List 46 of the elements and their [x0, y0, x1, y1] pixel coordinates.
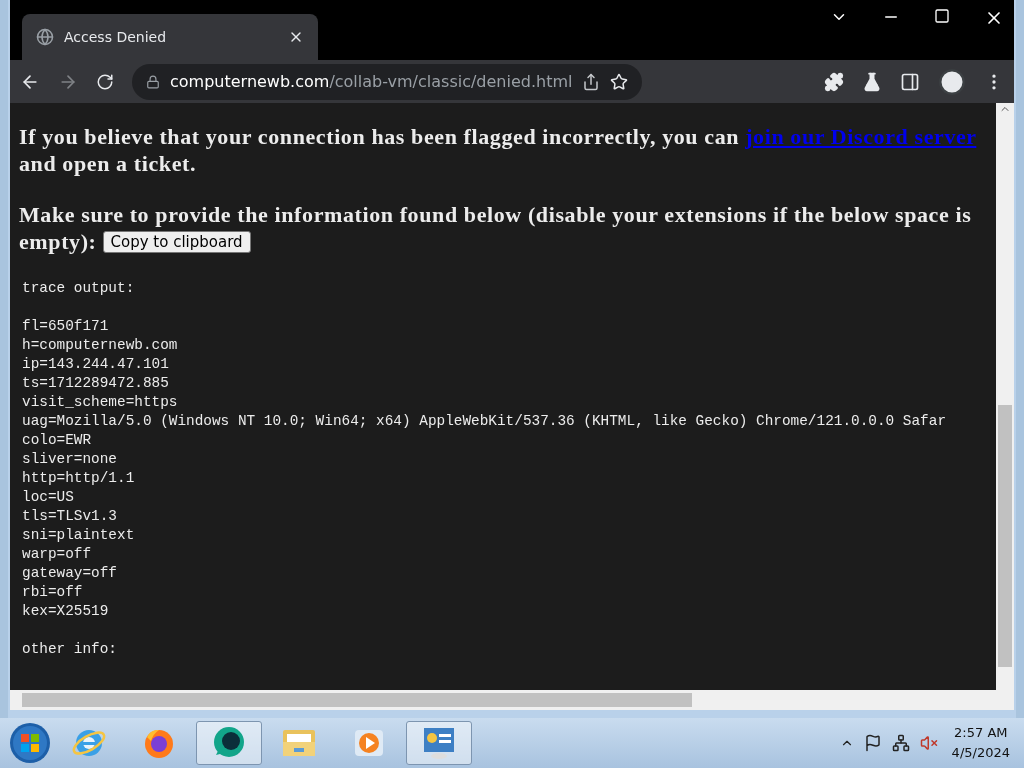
flag-icon[interactable] — [863, 734, 882, 752]
instruction-text: Make sure to provide the information found below (disable your extensions if the below space is — [19, 201, 972, 228]
muted-speaker-icon[interactable] — [919, 734, 938, 752]
trace-line: sliver=none — [22, 450, 118, 469]
clock-date: 4/5/2024 — [951, 744, 1010, 762]
start-orb-icon[interactable] — [8, 721, 52, 765]
trace-line: tls=TLSv1.3 — [22, 507, 118, 526]
browser-tab[interactable]: Access Denied — [22, 14, 318, 60]
trace-line: rbi=off — [22, 583, 84, 602]
globe-icon — [36, 28, 54, 46]
vertical-scrollbar[interactable] — [996, 103, 1014, 690]
flask-icon[interactable] — [862, 71, 882, 92]
other-info-heading: other info: — [22, 640, 118, 659]
trace-line: ip=143.244.47.101 — [22, 355, 170, 374]
trace-line: visit_scheme=https — [22, 393, 179, 412]
extensions-icon[interactable] — [824, 71, 844, 92]
trace-line: gateway=off — [22, 564, 118, 583]
trace-line: uag=Mozilla/5.0 (Windows NT 10.0; Win64; x64) AppleWebKit/537.36 (KHTML, like Gecko) Chrome/121.0.0.0 Safar — [22, 412, 948, 431]
tab-title: Access Denied — [64, 29, 168, 45]
network-icon[interactable] — [891, 734, 910, 752]
trace-line: h=computernewb.com — [22, 336, 179, 355]
side-panel-icon[interactable] — [900, 71, 920, 92]
trace-line: loc=US — [22, 488, 75, 507]
trace-line: warp=off — [22, 545, 93, 564]
url-text: computernewb.com/collab-vm/classic/denied.html — [170, 72, 573, 91]
trace-line: sni=plaintext — [22, 526, 136, 545]
trace-line: fl=650f171 — [22, 317, 110, 336]
trace-line: ts=1712289472.885 — [22, 374, 170, 393]
trace-heading: trace output: — [22, 279, 136, 298]
taskbar-button[interactable] — [196, 721, 262, 765]
bookmark-star-icon[interactable] — [610, 72, 629, 91]
address-bar[interactable]: computernewb.com/collab-vm/classic/denied.html — [132, 63, 643, 100]
trace-line: colo=EWR — [22, 431, 93, 450]
trace-line: kex=X25519 — [22, 602, 110, 621]
clock[interactable]: 2:57 AM 4/5/2024 — [951, 723, 1010, 763]
share-icon[interactable] — [582, 72, 601, 91]
copy-button[interactable]: Copy to clipboard — [102, 230, 251, 253]
trace-line: http=http/1.1 — [22, 469, 136, 488]
instruction-text: empty): — [19, 228, 97, 255]
lock-icon — [146, 74, 160, 89]
profile-avatar-icon[interactable] — [938, 67, 966, 96]
reload-icon[interactable] — [96, 72, 114, 91]
maximize-icon[interactable] — [934, 8, 950, 24]
notice-text: If you believe that your connection has been flagged incorrectly, you can join our Discord server and open a ticket. — [19, 123, 978, 177]
horizontal-scrollbar[interactable] — [10, 690, 1014, 710]
clock-time: 2:57 AM — [954, 724, 1008, 742]
